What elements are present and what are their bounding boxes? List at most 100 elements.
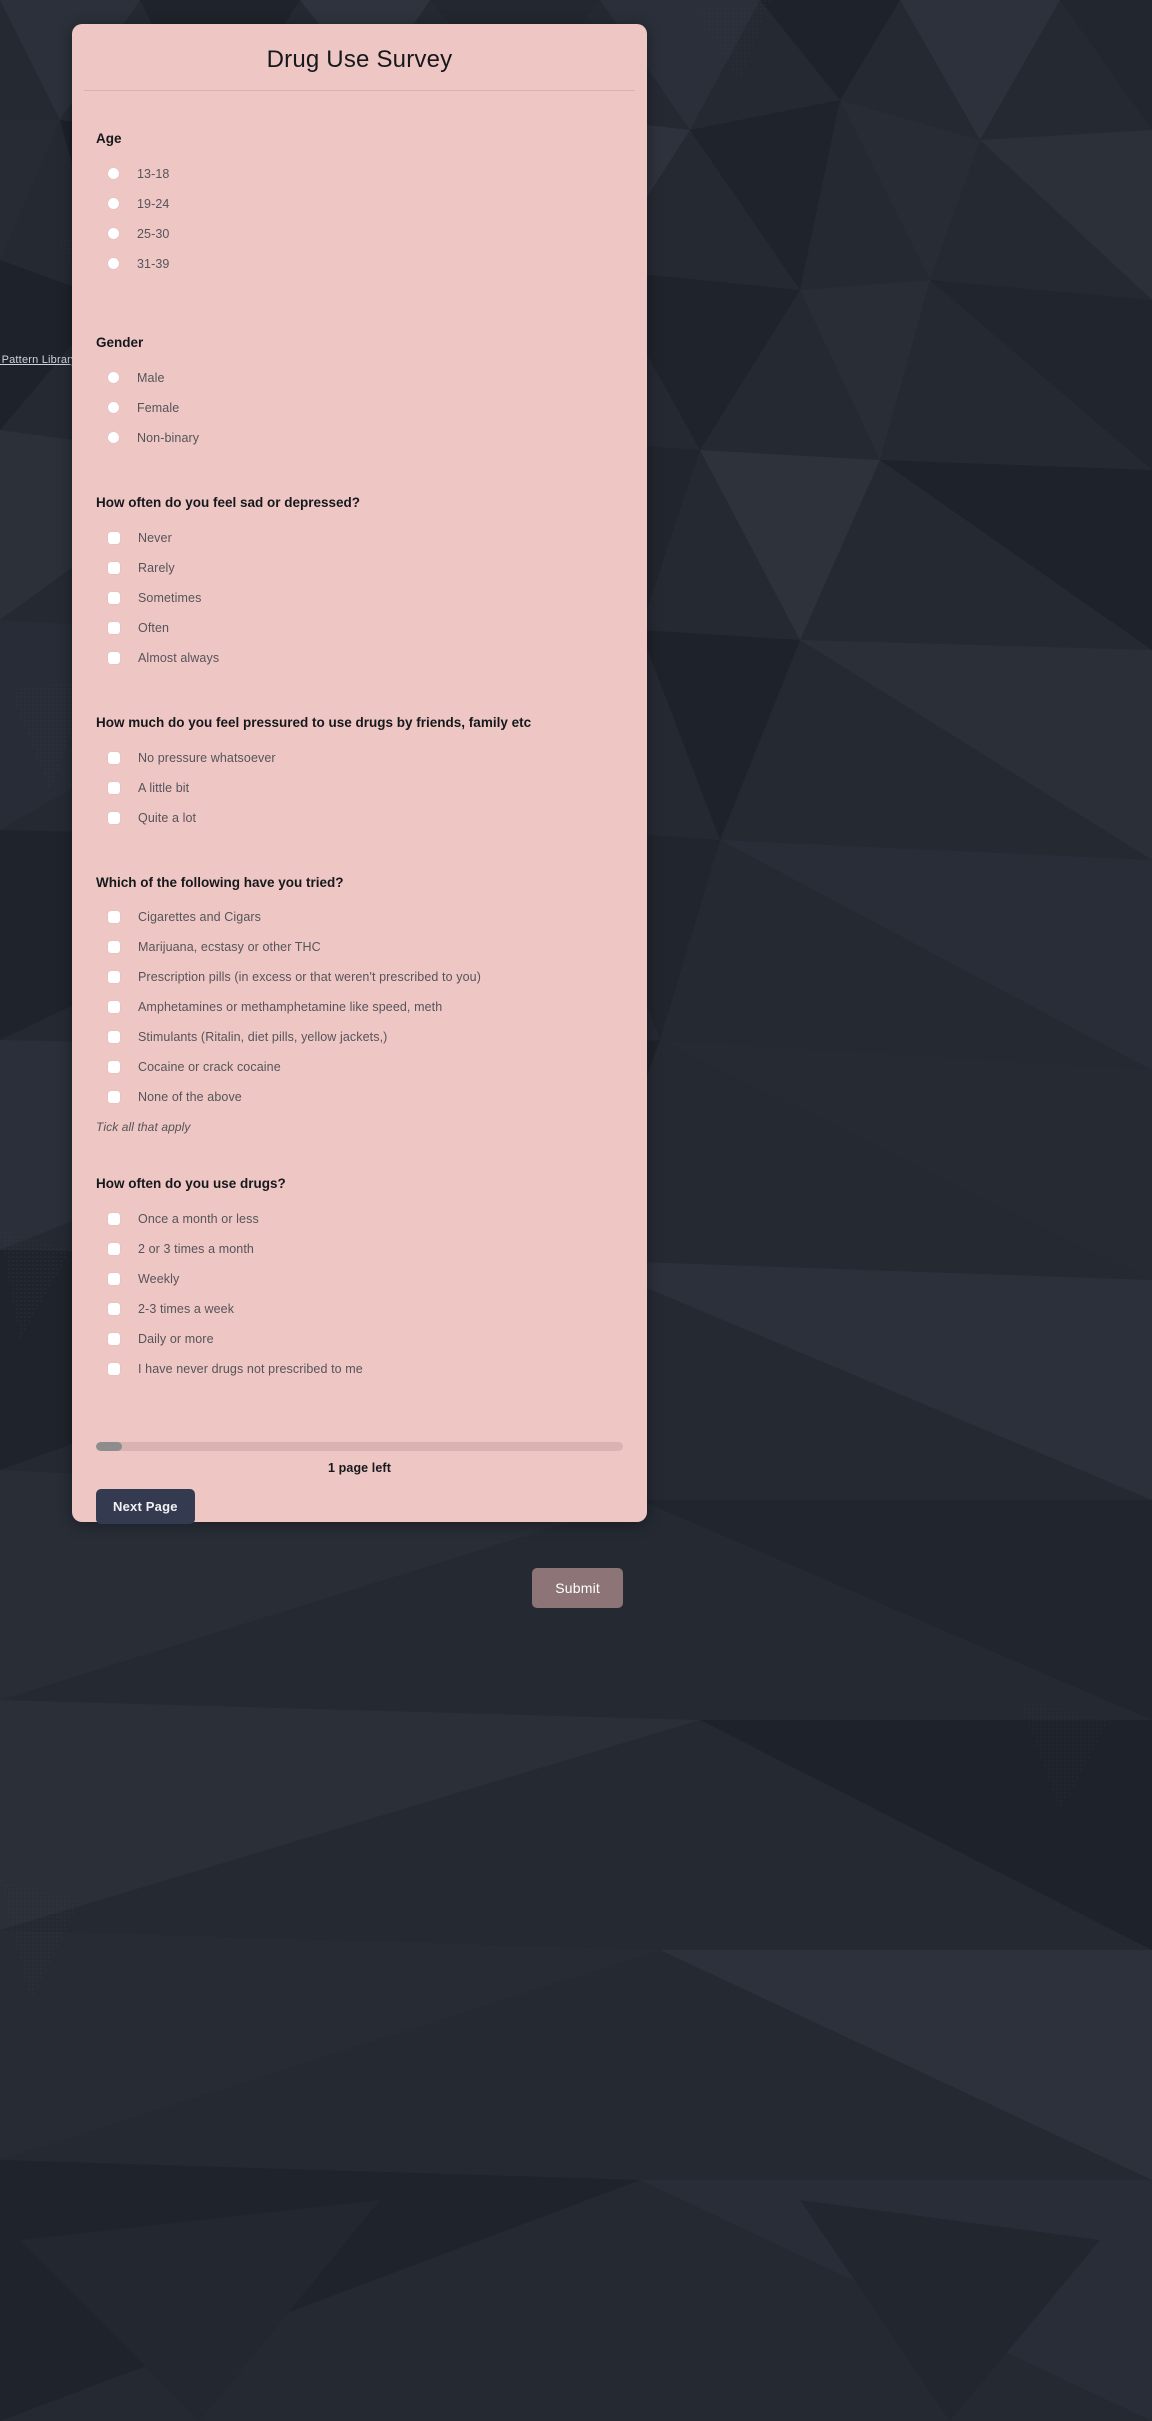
option-label: 2-3 times a week: [138, 1302, 235, 1317]
question-peer-pressure: How much do you feel pressured to use dr…: [84, 715, 635, 833]
option-label: No pressure whatsoever: [138, 750, 276, 765]
radio-icon[interactable]: [108, 168, 119, 180]
option-often[interactable]: Often: [96, 613, 635, 643]
submit-row: Submit: [84, 1568, 635, 1609]
question-label: Gender: [96, 334, 144, 350]
checkbox-icon[interactable]: [108, 811, 120, 824]
option-marijuana-ecstasy-thc[interactable]: Marijuana, ecstasy or other THC: [96, 932, 635, 962]
option-label: None of the above: [138, 1090, 242, 1105]
progress-area: 1 page left Next Page: [84, 1442, 635, 1525]
option-weekly[interactable]: Weekly: [96, 1264, 635, 1294]
option-label: Prescription pills (in excess or that we…: [138, 970, 481, 985]
pattern-library-credit-link[interactable]: e Pattern Library: [0, 354, 77, 366]
checkbox-icon[interactable]: [108, 1363, 120, 1376]
checkbox-icon[interactable]: [108, 1303, 120, 1316]
checkbox-icon[interactable]: [108, 591, 120, 604]
option-daily-or-more[interactable]: Daily or more: [96, 1324, 635, 1354]
survey-card: Drug Use Survey Age 13-18 19-24 25-30 31…: [72, 24, 647, 1609]
checkbox-icon[interactable]: [108, 941, 120, 954]
checkbox-icon[interactable]: [108, 911, 120, 924]
checkbox-icon[interactable]: [108, 1213, 120, 1226]
checkbox-icon[interactable]: [108, 531, 120, 544]
checkbox-icon[interactable]: [108, 1273, 120, 1286]
option-label: 25-30: [137, 226, 170, 241]
option-cigarettes-and-cigars[interactable]: Cigarettes and Cigars: [96, 902, 635, 932]
option-stimulants[interactable]: Stimulants (Ritalin, diet pills, yellow …: [96, 1022, 635, 1052]
radio-icon[interactable]: [108, 372, 119, 384]
radio-icon[interactable]: [108, 258, 119, 270]
radio-icon[interactable]: [108, 432, 119, 444]
option-prescription-pills[interactable]: Prescription pills (in excess or that we…: [96, 962, 635, 992]
option-age-25-30[interactable]: 25-30: [96, 219, 635, 249]
option-gender-non-binary[interactable]: Non-binary: [96, 423, 635, 453]
option-label: Sometimes: [138, 590, 202, 605]
option-gender-female[interactable]: Female: [96, 393, 635, 423]
progress-bar: [96, 1442, 623, 1452]
option-gender-male[interactable]: Male: [96, 363, 635, 393]
option-label: Female: [137, 400, 180, 415]
question-label: Age: [96, 131, 122, 146]
option-never[interactable]: Never: [96, 523, 635, 553]
checkbox-icon[interactable]: [108, 621, 120, 634]
checkbox-icon[interactable]: [108, 751, 120, 764]
option-label: Rarely: [138, 560, 175, 575]
question-drug-use-frequency: How often do you use drugs? Once a month…: [84, 1176, 635, 1384]
question-age: Age 13-18 19-24 25-30 31-39: [84, 91, 635, 279]
checkbox-icon[interactable]: [108, 781, 120, 794]
option-age-13-18[interactable]: 13-18: [96, 159, 635, 189]
option-label: 2 or 3 times a month: [138, 1242, 254, 1257]
option-no-pressure[interactable]: No pressure whatsoever: [96, 743, 635, 773]
option-age-31-39[interactable]: 31-39: [96, 249, 635, 279]
checkbox-icon[interactable]: [108, 1001, 120, 1014]
option-none-of-the-above[interactable]: None of the above: [96, 1082, 635, 1112]
option-label: Almost always: [138, 650, 220, 665]
question-gender: Gender Male Female Non-binary: [84, 335, 635, 453]
checkbox-icon[interactable]: [108, 651, 120, 664]
option-2-or-3-times-a-month[interactable]: 2 or 3 times a month: [96, 1234, 635, 1264]
option-rarely[interactable]: Rarely: [96, 553, 635, 583]
option-a-little-bit[interactable]: A little bit: [96, 773, 635, 803]
option-almost-always[interactable]: Almost always: [96, 643, 635, 673]
radio-icon[interactable]: [108, 198, 119, 210]
option-cocaine[interactable]: Cocaine or crack cocaine: [96, 1052, 635, 1082]
option-label: Amphetamines or methamphetamine like spe…: [138, 1000, 443, 1015]
option-amphetamines[interactable]: Amphetamines or methamphetamine like spe…: [96, 992, 635, 1022]
checkbox-icon[interactable]: [108, 1333, 120, 1346]
option-label: Cocaine or crack cocaine: [138, 1060, 281, 1075]
option-quite-a-lot[interactable]: Quite a lot: [96, 803, 635, 833]
option-once-a-month-or-less[interactable]: Once a month or less: [96, 1204, 635, 1234]
option-sometimes[interactable]: Sometimes: [96, 583, 635, 613]
progress-bar-fill: [96, 1442, 123, 1452]
checkbox-icon[interactable]: [108, 1243, 120, 1256]
option-label: Daily or more: [138, 1332, 214, 1347]
radio-icon[interactable]: [108, 402, 119, 414]
option-label: Quite a lot: [138, 810, 197, 825]
checkbox-icon[interactable]: [108, 1031, 120, 1044]
option-label: Non-binary: [137, 430, 200, 445]
option-label: 31-39: [137, 256, 170, 271]
option-age-19-24[interactable]: 19-24: [96, 189, 635, 219]
option-label: I have never drugs not prescribed to me: [138, 1362, 363, 1377]
checkbox-icon[interactable]: [108, 971, 120, 984]
option-never-used-unprescribed[interactable]: I have never drugs not prescribed to me: [96, 1354, 635, 1384]
option-label: 19-24: [137, 196, 170, 211]
checkbox-icon[interactable]: [108, 1061, 120, 1074]
next-page-button[interactable]: Next Page: [96, 1489, 195, 1525]
option-2-3-times-a-week[interactable]: 2-3 times a week: [96, 1294, 635, 1324]
question-sadness-frequency: How often do you feel sad or depressed? …: [84, 495, 635, 673]
page-title: Drug Use Survey: [266, 46, 453, 73]
option-label: Stimulants (Ritalin, diet pills, yellow …: [138, 1030, 388, 1045]
question-label: How often do you use drugs?: [96, 1176, 286, 1192]
checkbox-icon[interactable]: [108, 561, 120, 574]
submit-button[interactable]: Submit: [532, 1568, 623, 1609]
option-label: Weekly: [138, 1272, 180, 1287]
radio-icon[interactable]: [108, 228, 119, 240]
option-label: Often: [138, 620, 170, 635]
option-label: Male: [137, 370, 165, 385]
option-group-age: 13-18 19-24 25-30 31-39: [96, 159, 635, 279]
question-label: How much do you feel pressured to use dr…: [96, 714, 532, 730]
checkbox-icon[interactable]: [108, 1091, 120, 1104]
